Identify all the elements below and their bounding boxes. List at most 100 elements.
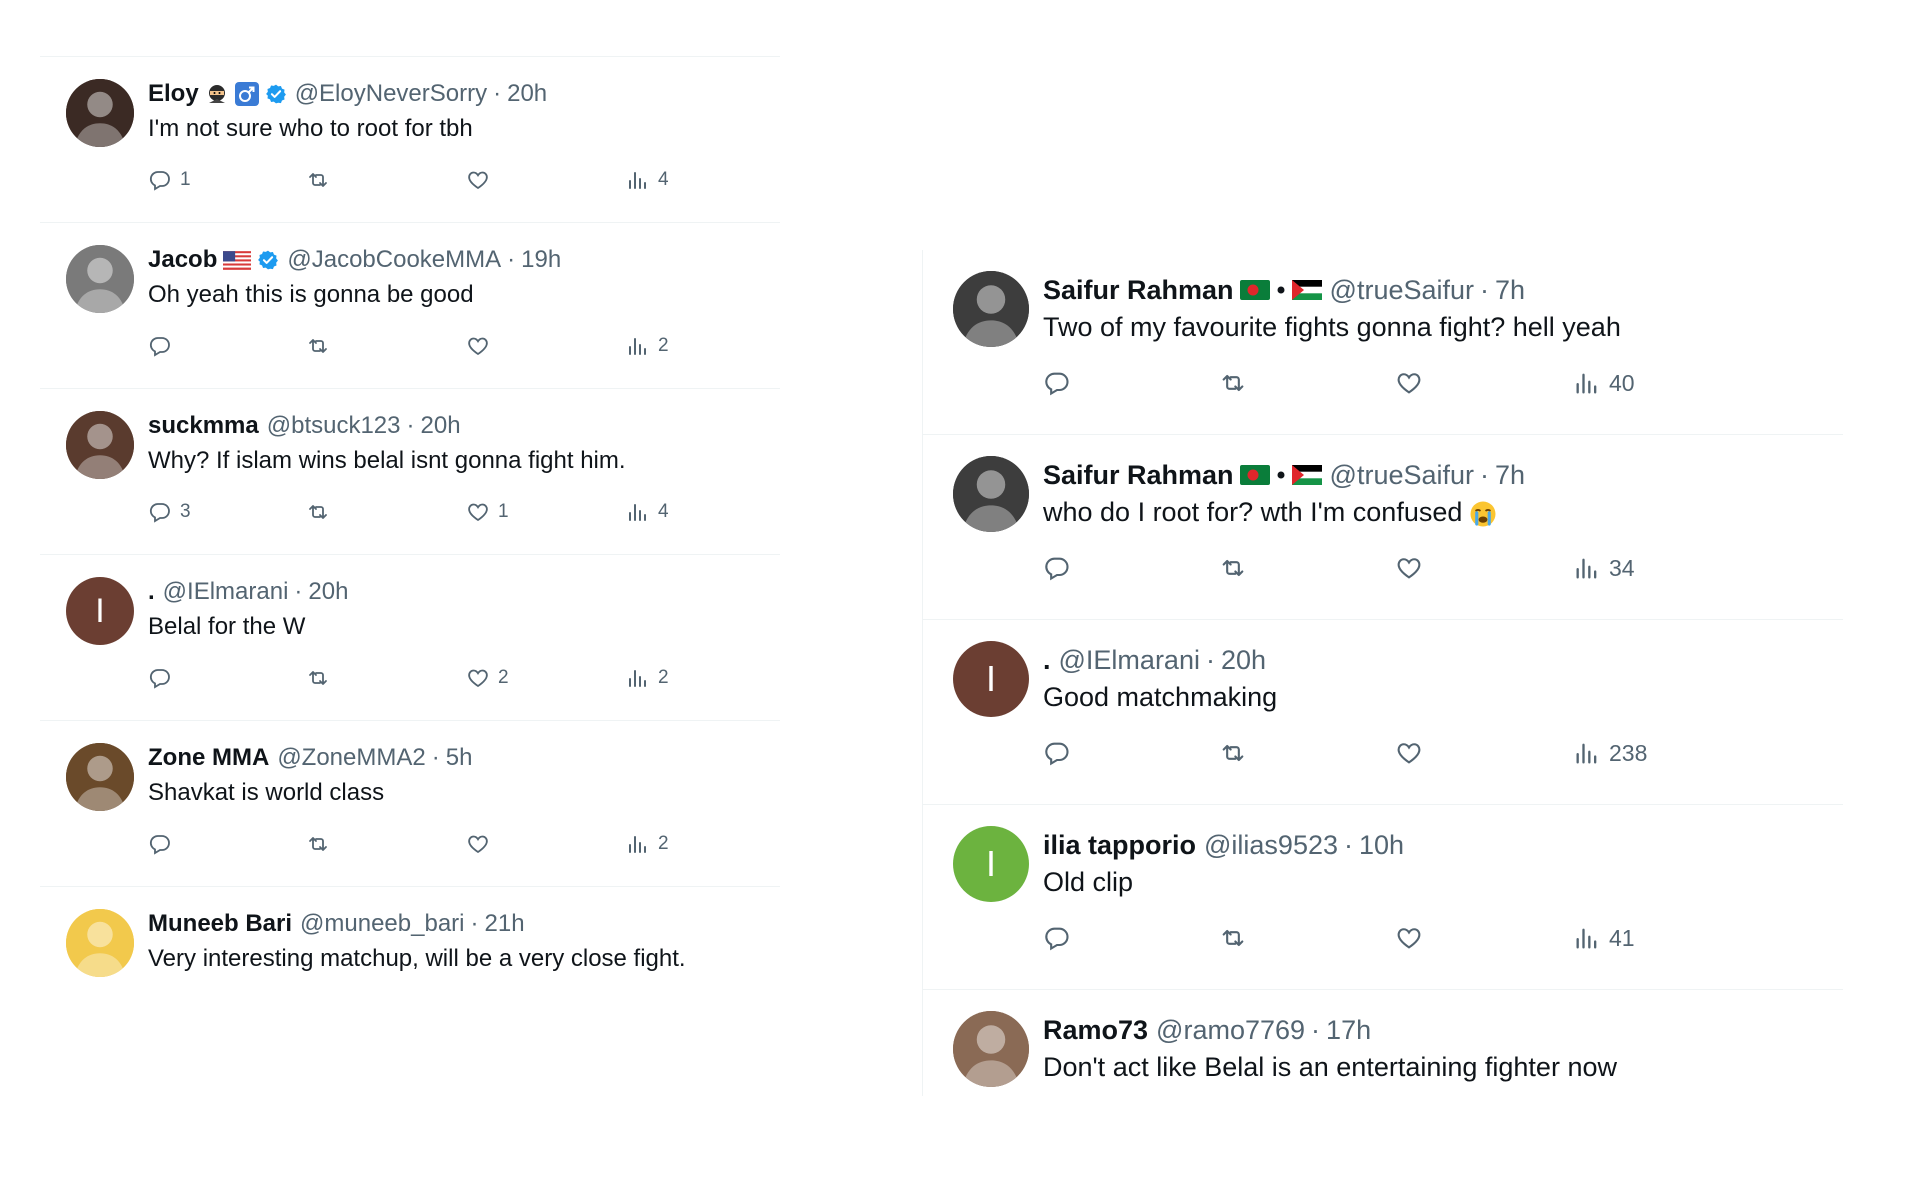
tweet-time[interactable]: 7h	[1495, 460, 1525, 491]
user-handle[interactable]: @trueSaifur	[1330, 460, 1474, 491]
reply-button[interactable]	[148, 661, 172, 695]
like-button[interactable]	[466, 163, 490, 197]
avatar-saifur-icon[interactable]	[953, 271, 1029, 347]
reply-tweet[interactable]: Eloy @EloyNeverSorry · 20h I'm not sure who …	[40, 57, 780, 223]
display-name[interactable]: Ramo73	[1043, 1015, 1148, 1046]
display-name[interactable]: Zone MMA	[148, 744, 269, 772]
reply-button[interactable]	[1043, 918, 1071, 958]
tweet-time[interactable]: 7h	[1495, 275, 1525, 306]
tweet-content: ilia tapporio @ilias9523 · 10h Old clip	[1043, 825, 1843, 898]
reply-tweet[interactable]: suckmma @btsuck123 · 20h Why? If islam wins …	[40, 389, 780, 555]
views-icon	[626, 168, 650, 192]
tweet-time[interactable]: 20h	[308, 578, 348, 606]
retweet-button[interactable]	[306, 827, 330, 861]
avatar-letter[interactable]: I	[66, 577, 134, 645]
avatar-zonemma-icon[interactable]	[66, 743, 134, 811]
display-name[interactable]: suckmma	[148, 412, 259, 440]
display-name[interactable]: Jacob	[148, 246, 217, 274]
avatar-muneeb-icon[interactable]	[66, 909, 134, 977]
reply-button[interactable]	[148, 329, 172, 363]
reply-tweet[interactable]: Jacob @JacobCookeMMA · 19h Oh yeah this is g…	[40, 223, 780, 389]
retweet-button[interactable]	[1219, 733, 1247, 773]
avatar-letter[interactable]: I	[953, 826, 1029, 902]
views-button[interactable]: 238	[1573, 733, 1647, 773]
reply-button[interactable]	[1043, 363, 1071, 403]
user-handle[interactable]: @btsuck123	[267, 412, 401, 440]
like-button[interactable]	[1395, 918, 1423, 958]
retweet-button[interactable]	[1219, 918, 1247, 958]
retweet-button[interactable]	[306, 495, 330, 529]
user-handle[interactable]: @ramo7769	[1156, 1015, 1305, 1046]
tweet-header: ilia tapporio @ilias9523 · 10h	[1043, 825, 1843, 865]
retweet-button[interactable]	[306, 661, 330, 695]
views-button[interactable]: 2	[626, 661, 669, 695]
display-name[interactable]: Muneeb Bari	[148, 910, 292, 938]
reply-tweet[interactable]: I. @IElmarani · 20h Belal for the W22	[40, 555, 780, 721]
display-name[interactable]: Saifur Rahman	[1043, 275, 1234, 306]
tweet-time[interactable]: 21h	[485, 910, 525, 938]
user-handle[interactable]: @ilias9523	[1204, 830, 1338, 861]
user-handle[interactable]: @EloyNeverSorry	[295, 80, 487, 108]
user-handle[interactable]: @ZoneMMA2	[277, 744, 425, 772]
user-handle[interactable]: @trueSaifur	[1330, 275, 1474, 306]
views-button[interactable]: 4	[626, 163, 669, 197]
user-handle[interactable]: @IElmarani	[163, 578, 289, 606]
reply-tweet[interactable]: Iilia tapporio @ilias9523 · 10h Old clip 41	[923, 805, 1843, 990]
tweet-time[interactable]: 5h	[446, 744, 473, 772]
display-name[interactable]: Eloy	[148, 80, 199, 108]
retweet-button[interactable]	[1219, 548, 1247, 588]
tweet-time[interactable]: 17h	[1326, 1015, 1371, 1046]
reply-tweet[interactable]: I. @IElmarani · 20h Good matchmaking 238	[923, 620, 1843, 805]
reply-button[interactable]	[1043, 733, 1071, 773]
reply-button[interactable]: 3	[148, 495, 191, 529]
reply-tweet[interactable]: Zone MMA @ZoneMMA2 · 5h Shavkat is world cla…	[40, 721, 780, 887]
separator-dot: ·	[1344, 829, 1354, 860]
reply-button[interactable]	[1043, 548, 1071, 588]
user-handle[interactable]: @muneeb_bari	[300, 910, 464, 938]
avatar-initial: I	[985, 658, 996, 699]
like-button[interactable]	[1395, 733, 1423, 773]
retweet-button[interactable]	[306, 329, 330, 363]
views-button[interactable]: 4	[626, 495, 669, 529]
user-handle[interactable]: @JacobCookeMMA	[287, 246, 501, 274]
like-button[interactable]	[466, 827, 490, 861]
avatar-eloy-icon[interactable]	[66, 79, 134, 147]
retweet-icon	[306, 500, 330, 524]
reply-tweet[interactable]: Saifur Rahman @trueSaifur · 7h who do I root…	[923, 435, 1843, 620]
display-name[interactable]: .	[148, 578, 155, 606]
views-button[interactable]: 2	[626, 827, 669, 861]
avatar-suckmma-icon[interactable]	[66, 411, 134, 479]
reply-button[interactable]	[148, 827, 172, 861]
tweet-time[interactable]: 10h	[1359, 830, 1404, 861]
like-button[interactable]: 2	[466, 661, 509, 695]
views-button[interactable]: 41	[1573, 918, 1635, 958]
views-button[interactable]: 2	[626, 329, 669, 363]
tweet-time[interactable]: 20h	[1221, 645, 1266, 676]
views-button[interactable]: 34	[1573, 548, 1635, 588]
user-handle[interactable]: @IElmarani	[1059, 645, 1200, 676]
reply-icon	[148, 666, 172, 690]
like-button[interactable]	[1395, 363, 1423, 403]
avatar-letter[interactable]: I	[953, 641, 1029, 717]
tweet-time[interactable]: 20h	[507, 80, 547, 108]
like-button[interactable]	[1395, 548, 1423, 588]
tweet-time[interactable]: 20h	[421, 412, 461, 440]
avatar-saifur-icon[interactable]	[953, 456, 1029, 532]
retweet-button[interactable]	[306, 163, 330, 197]
reply-tweet[interactable]: Muneeb Bari @muneeb_bari · 21h Very interest…	[40, 887, 780, 991]
retweet-button[interactable]	[1219, 363, 1247, 403]
avatar-jacob-icon[interactable]	[66, 245, 134, 313]
reply-tweet[interactable]: Saifur Rahman @trueSaifur · 7h Two of my fav…	[923, 250, 1843, 435]
like-button[interactable]	[466, 329, 490, 363]
views-icon	[1573, 739, 1601, 767]
reply-tweet[interactable]: Ramo73 @ramo7769 · 17h Don't act like Belal …	[923, 990, 1843, 1096]
tweet-time[interactable]: 19h	[521, 246, 561, 274]
reply-button[interactable]: 1	[148, 163, 191, 197]
display-name[interactable]: .	[1043, 645, 1051, 676]
views-button[interactable]: 40	[1573, 363, 1635, 403]
separator-dot: ·	[406, 412, 415, 439]
avatar-ramo-icon[interactable]	[953, 1011, 1029, 1087]
like-button[interactable]: 1	[466, 495, 509, 529]
display-name[interactable]: Saifur Rahman	[1043, 460, 1234, 491]
display-name[interactable]: ilia tapporio	[1043, 830, 1196, 861]
